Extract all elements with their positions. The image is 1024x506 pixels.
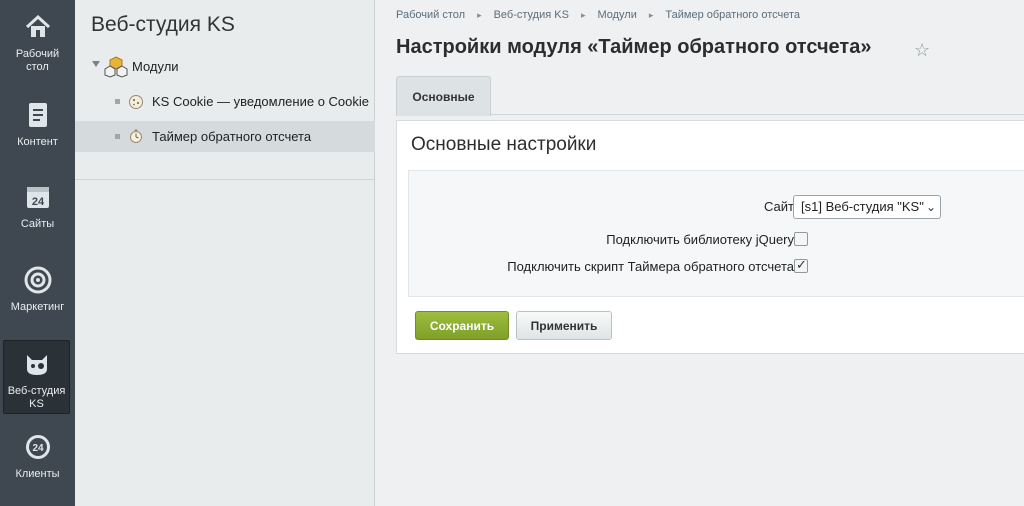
breadcrumb-link[interactable]: Веб-студия KS <box>494 9 569 21</box>
svg-text:24: 24 <box>32 443 44 454</box>
svg-text:24: 24 <box>31 196 44 208</box>
tab-main[interactable]: Основные <box>396 76 491 116</box>
apply-button[interactable]: Применить <box>516 311 612 340</box>
menu-item-sites[interactable]: 24 Сайты <box>0 182 75 231</box>
timer-script-checkbox[interactable] <box>794 257 808 273</box>
module-tree: Веб-студия KS Модули KS Cookie — уведомл… <box>75 0 375 506</box>
tree-item-label: Таймер обратного отсчета <box>152 129 312 144</box>
tree-item-timer[interactable]: Таймер обратного отсчета <box>75 121 375 152</box>
save-button[interactable]: Сохранить <box>415 311 509 340</box>
form-row-site: Сайт [s1] Веб-студия "KS" ⌄ <box>409 195 1024 219</box>
form-row-timer: Подключить скрипт Таймера обратного отсч… <box>409 255 1024 277</box>
settings-panel: Основные настройки Сайт [s1] Веб-студия … <box>396 120 1024 354</box>
site-select[interactable]: [s1] Веб-студия "KS" ⌄ <box>793 195 941 219</box>
bullet-icon <box>115 134 120 139</box>
b24-icon: 24 <box>25 435 50 459</box>
star-icon[interactable]: ☆ <box>914 40 930 61</box>
cookie-icon <box>129 95 143 109</box>
timer-script-label: Подключить скрипт Таймера обратного отсч… <box>507 259 794 274</box>
tree-item-label: KS Cookie — уведомление о Cookie <box>152 94 370 109</box>
menu-item-clients[interactable]: 24 Клиенты <box>0 432 75 481</box>
chevron-down-icon[interactable] <box>92 61 100 67</box>
chevron-right-icon: ▸ <box>648 10 654 20</box>
menu-item-marketing[interactable]: Маркетинг <box>0 265 75 314</box>
target-icon <box>24 266 51 294</box>
menu-label: Рабочий <box>15 48 60 60</box>
document-icon <box>28 103 47 127</box>
menu-label: Сайты <box>20 218 55 230</box>
jquery-checkbox[interactable] <box>794 232 808 246</box>
tree-item-ks-cookie[interactable]: KS Cookie — уведомление о Cookie <box>75 86 375 117</box>
timer-icon <box>130 129 142 143</box>
breadcrumb-link[interactable]: Рабочий стол <box>396 9 465 21</box>
menu-label: стол <box>26 61 49 73</box>
menu-item-content[interactable]: Контент <box>0 100 75 149</box>
menu-label: Маркетинг <box>10 301 65 313</box>
menu-item-desktop[interactable]: Рабочий стол <box>0 12 75 74</box>
tree-item-label: Модули <box>132 59 179 74</box>
tree-item-modules[interactable]: Модули <box>75 51 375 82</box>
menu-item-ks[interactable]: Веб-студия KS <box>3 340 70 414</box>
cat-icon <box>26 355 47 375</box>
breadcrumb: Рабочий стол ▸ Веб-студия KS ▸ Модули ▸ Таймер… <box>396 9 800 21</box>
menu-label: KS <box>29 398 44 410</box>
modules-icon <box>104 56 128 78</box>
settings-form: Сайт [s1] Веб-студия "KS" ⌄ Подключить б… <box>408 170 1024 297</box>
tree-title: Веб-студия KS <box>91 13 235 36</box>
menu-label: Веб-студия <box>7 385 66 397</box>
home-icon <box>25 14 50 37</box>
left-menu: Рабочий стол Контент 24 Сайты Маркетинг <box>0 0 75 506</box>
chevron-right-icon: ▸ <box>477 10 482 20</box>
chevron-down-icon: ⌄ <box>925 200 936 214</box>
divider <box>75 179 375 180</box>
form-row-jquery: Подключить библиотеку jQuery <box>409 228 1024 250</box>
jquery-label: Подключить библиотеку jQuery <box>606 232 794 247</box>
tab-bar: Основные <box>396 76 1024 116</box>
site-label: Сайт <box>764 199 794 214</box>
bullet-icon <box>115 99 120 104</box>
calendar-24-icon: 24 <box>26 187 49 208</box>
chevron-right-icon: ▸ <box>580 10 586 20</box>
menu-label: Контент <box>17 136 58 148</box>
section-title: Основные настройки <box>411 134 597 155</box>
breadcrumb-link[interactable]: Таймер обратного отсчета <box>665 9 800 21</box>
menu-label: Клиенты <box>15 468 60 480</box>
main-content: Рабочий стол ▸ Веб-студия KS ▸ Модули ▸ Таймер… <box>376 0 1024 506</box>
page-title: Настройки модуля «Таймер обратного отсче… <box>396 36 872 58</box>
site-select-value: [s1] Веб-студия "KS" <box>801 199 924 214</box>
breadcrumb-link[interactable]: Модули <box>597 9 636 21</box>
